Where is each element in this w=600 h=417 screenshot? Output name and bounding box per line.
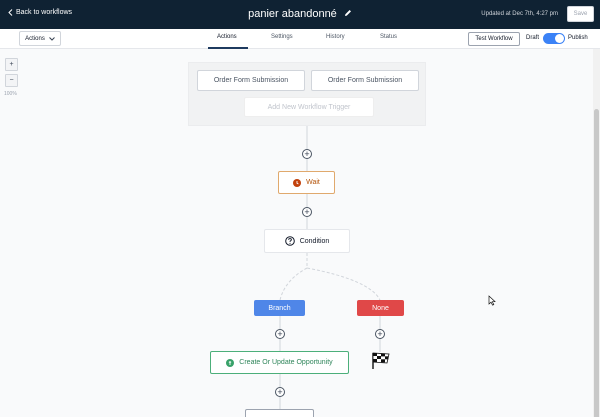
add-workflow-trigger-button[interactable]: Add New Workflow Trigger bbox=[244, 97, 374, 117]
create-update-opportunity-step[interactable]: Create Or Update Opportunity bbox=[210, 351, 349, 374]
trigger-order-form-submission[interactable]: Order Form Submission bbox=[311, 70, 419, 91]
finish-flag-icon bbox=[372, 352, 390, 369]
add-step-button[interactable]: + bbox=[275, 329, 285, 339]
opportunity-icon bbox=[226, 358, 235, 367]
add-step-button[interactable]: + bbox=[302, 207, 312, 217]
opportunity-step-label: Create Or Update Opportunity bbox=[239, 359, 333, 366]
branch-button[interactable]: Branch bbox=[254, 300, 305, 316]
branch-connector bbox=[279, 267, 308, 301]
condition-step-label: Condition bbox=[299, 237, 330, 245]
add-step-button[interactable]: + bbox=[302, 149, 312, 159]
question-circle-icon bbox=[284, 236, 295, 246]
clock-icon bbox=[293, 178, 302, 187]
wait-step-label: Wait bbox=[306, 179, 320, 186]
trigger-order-form-submission[interactable]: Order Form Submission bbox=[197, 70, 305, 91]
next-step-card[interactable] bbox=[245, 409, 314, 417]
add-step-button[interactable]: + bbox=[375, 329, 385, 339]
wait-step[interactable]: Wait bbox=[278, 171, 335, 194]
workflow-triggers-panel: Order Form Submission Order Form Submiss… bbox=[188, 62, 426, 126]
none-branch-button[interactable]: None bbox=[357, 300, 404, 316]
condition-step[interactable]: Condition bbox=[264, 229, 350, 253]
mouse-cursor-icon bbox=[488, 295, 496, 306]
add-step-button[interactable]: + bbox=[275, 387, 285, 397]
scrollbar-thumb[interactable] bbox=[594, 109, 599, 417]
canvas-scrollbar[interactable] bbox=[593, 49, 600, 417]
none-connector bbox=[306, 267, 381, 301]
